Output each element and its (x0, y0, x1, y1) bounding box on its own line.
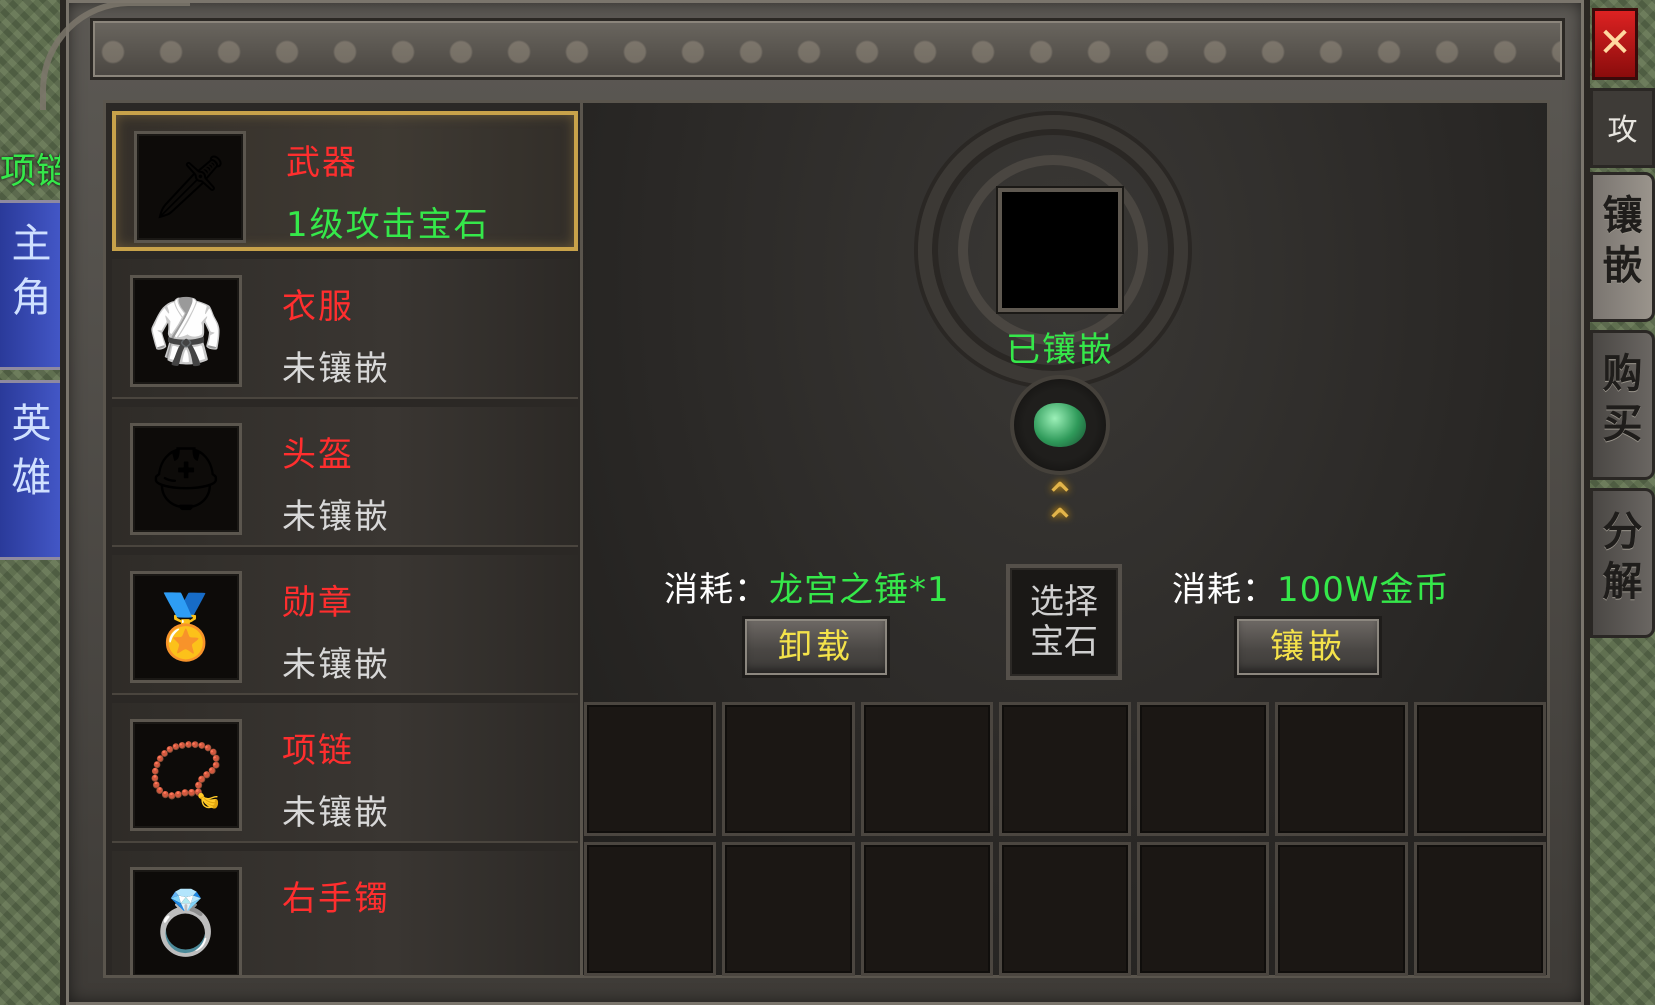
medal-icon: 🏅 (130, 571, 242, 683)
select-gem-button[interactable]: 选择 宝石 (1006, 564, 1122, 680)
embed-status-label: 已镶嵌 (1006, 330, 1114, 370)
slot-row-weapon[interactable]: 🗡 武器 1级攻击宝石 (112, 111, 578, 251)
cost-label: 消耗： (1172, 570, 1277, 610)
necklace-icon: 📿 (130, 719, 242, 831)
slot-name: 勋章 (282, 583, 354, 623)
bracelet-icon: 💍 (130, 867, 242, 975)
tab-hero[interactable]: 英雄 (0, 380, 66, 560)
close-button[interactable]: ✕ (1592, 8, 1638, 80)
inventory-cell[interactable] (1137, 842, 1270, 976)
tab-main-label: 主角 (11, 221, 52, 321)
tab-buy[interactable]: 购买 (1590, 330, 1655, 480)
inventory-cell[interactable] (998, 702, 1132, 836)
slot-status: 未镶嵌 (282, 793, 390, 833)
green-gem-icon (1034, 403, 1086, 447)
slot-row-right-bracelet[interactable]: 💍 右手镯 (112, 851, 578, 975)
slot-name: 项链 (282, 731, 354, 771)
slot-row-helmet[interactable]: ⛑ 头盔 未镶嵌 (112, 407, 578, 547)
slot-status: 未镶嵌 (282, 497, 390, 537)
tab-main-character[interactable]: 主角 (0, 200, 66, 370)
cost-value: 龙宫之锤*1 (769, 570, 950, 610)
inventory-cell[interactable] (1413, 842, 1546, 976)
sword-icon: 🗡 (134, 131, 246, 243)
tab-embed[interactable]: 镶嵌 (1590, 172, 1655, 322)
tab-guide[interactable]: 攻略 (1590, 88, 1655, 228)
inventory-cell[interactable] (860, 702, 993, 836)
gem-inventory-grid (582, 700, 1548, 978)
select-gem-line2: 宝石 (1030, 622, 1098, 662)
tab-buy-label: 购买 (1602, 351, 1643, 447)
title-ornament-bar (90, 18, 1565, 80)
slot-status: 1级攻击宝石 (286, 205, 490, 245)
slot-row-necklace[interactable]: 📿 项链 未镶嵌 (112, 703, 578, 843)
tab-embed-label: 镶嵌 (1602, 193, 1643, 289)
tab-decompose[interactable]: 分解 (1590, 488, 1655, 638)
armor-icon: 🥋 (130, 275, 242, 387)
inventory-cell[interactable] (722, 842, 855, 976)
select-gem-line1: 选择 (1030, 582, 1098, 622)
embed-button[interactable]: 镶嵌 (1234, 616, 1382, 678)
unload-cost: 消耗：龙宫之锤*1 (664, 562, 950, 611)
gem-socket[interactable] (1010, 375, 1110, 475)
double-up-arrow-icon: ⌃ ⌃ (1043, 475, 1077, 547)
inventory-cell[interactable] (860, 842, 993, 976)
inventory-cell[interactable] (584, 702, 717, 836)
slot-name: 衣服 (282, 287, 354, 327)
slot-name: 武器 (286, 143, 358, 183)
embed-cost: 消耗：100W金币 (1172, 562, 1450, 611)
slot-row-clothes[interactable]: 🥋 衣服 未镶嵌 (112, 259, 578, 399)
tab-decompose-label: 分解 (1602, 509, 1643, 605)
cost-value: 100W金币 (1277, 570, 1450, 610)
slot-row-medal[interactable]: 🏅 勋章 未镶嵌 (112, 555, 578, 695)
slot-status: 未镶嵌 (282, 349, 390, 389)
helmet-icon: ⛑ (130, 423, 242, 535)
inventory-cell[interactable] (722, 702, 855, 836)
sword-icon: 🗡 (1014, 207, 1106, 292)
inventory-cell[interactable] (998, 842, 1132, 976)
slot-status: 未镶嵌 (282, 645, 390, 685)
inventory-cell[interactable] (1275, 702, 1408, 836)
target-equipment-slot[interactable]: 🗡 (998, 188, 1122, 312)
unload-button[interactable]: 卸载 (742, 616, 890, 678)
slot-name: 右手镯 (282, 879, 390, 919)
inventory-cell[interactable] (584, 842, 717, 976)
inventory-cell[interactable] (1137, 702, 1270, 836)
cost-label: 消耗： (664, 570, 769, 610)
inventory-cell[interactable] (1275, 842, 1408, 976)
inventory-cell[interactable] (1413, 702, 1546, 836)
tab-hero-label: 英雄 (11, 401, 52, 501)
equipment-slot-list: 🗡 武器 1级攻击宝石 🥋 衣服 未镶嵌 ⛑ 头盔 未镶嵌 🏅 勋章 未镶嵌 📿… (103, 100, 583, 978)
slot-name: 头盔 (282, 435, 354, 475)
